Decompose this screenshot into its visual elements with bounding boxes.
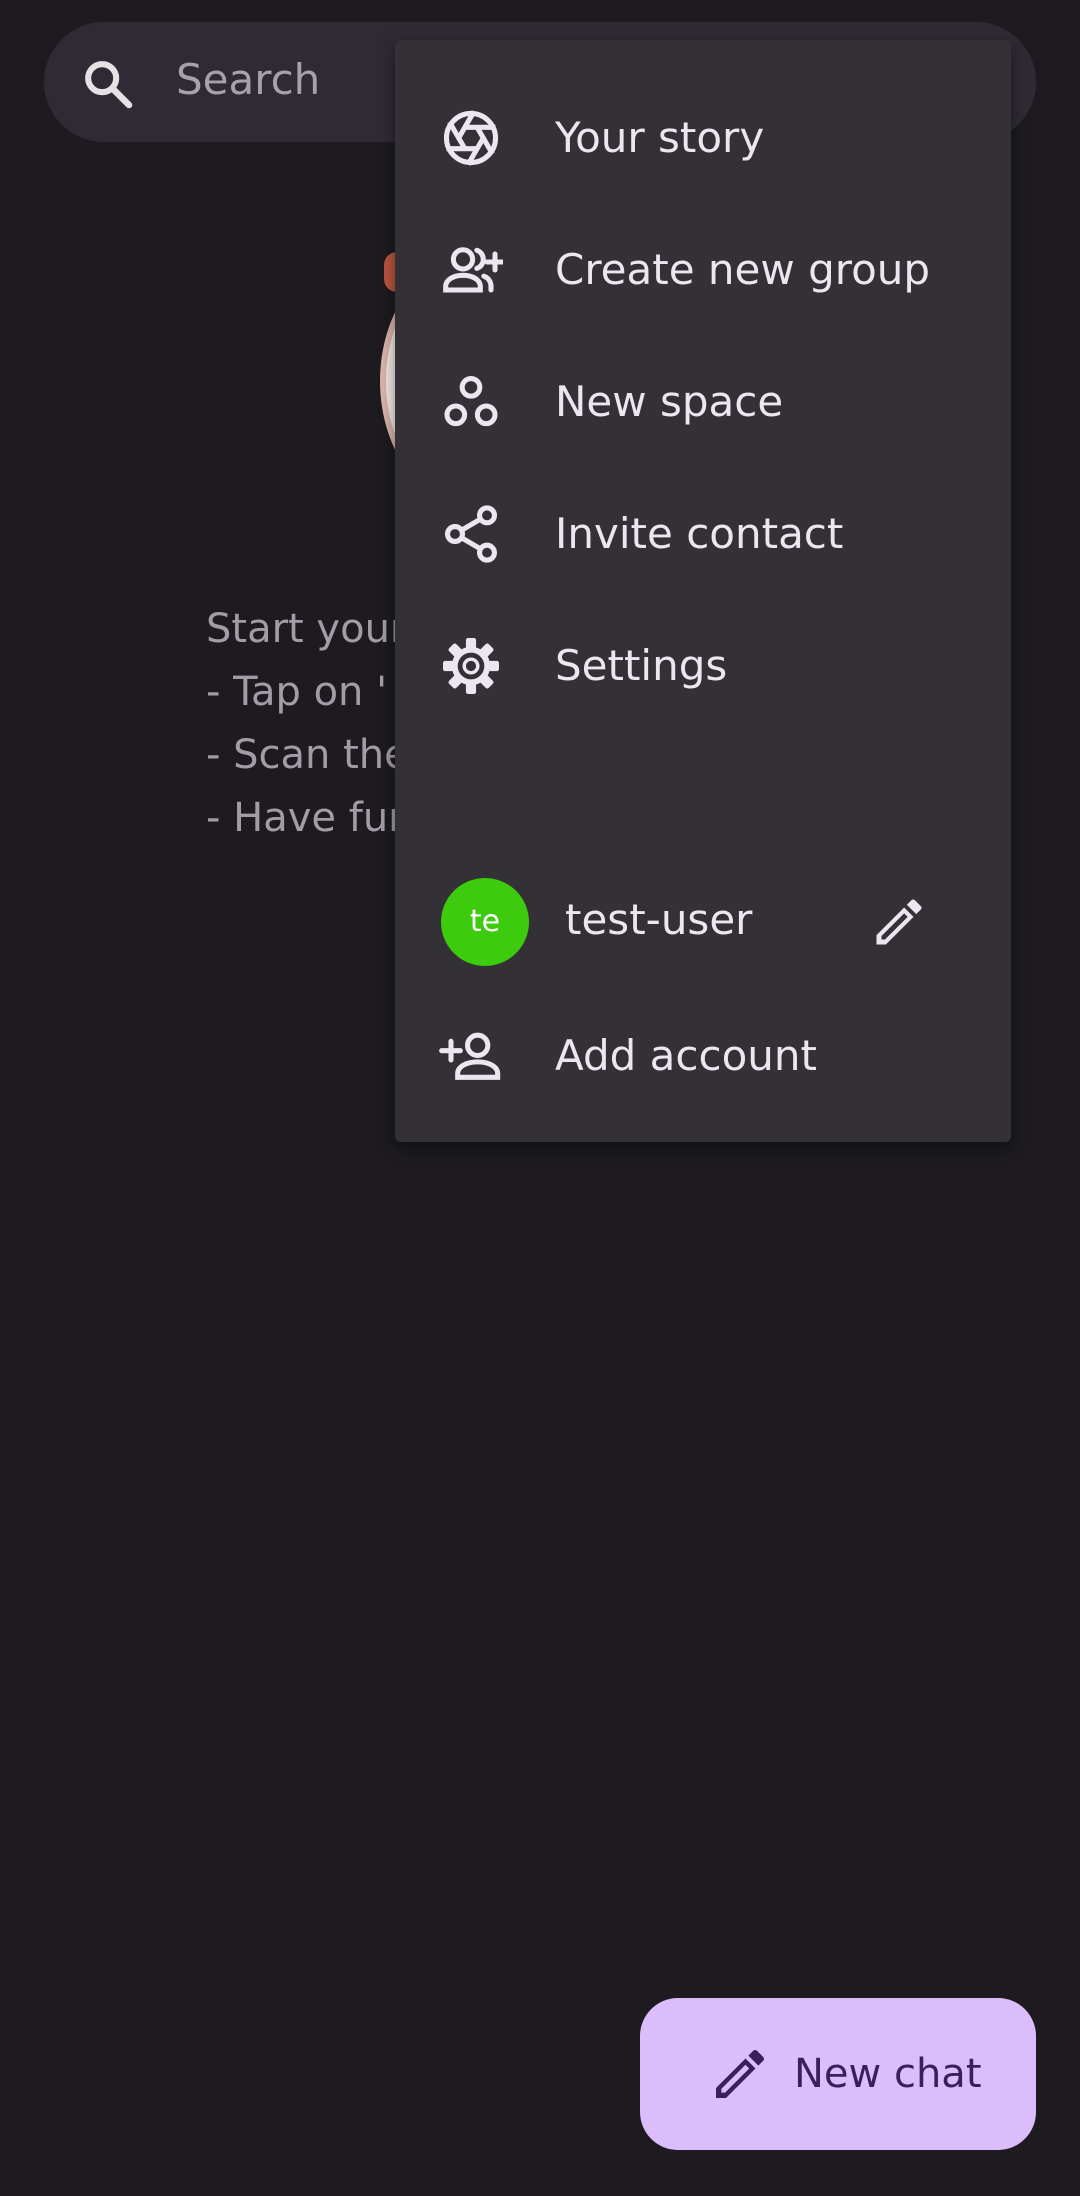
menu-item-invite-contact[interactable]: Invite contact — [395, 472, 1011, 592]
intro-line: - Have fun — [206, 795, 414, 841]
menu-item-label: Invite contact — [555, 509, 844, 558]
new-chat-button[interactable]: New chat — [640, 1998, 1036, 2150]
menu-item-label: Create new group — [555, 245, 931, 294]
intro-line: - Scan the — [206, 732, 409, 778]
aperture-icon — [443, 110, 499, 166]
menu-item-label: Your story — [555, 113, 765, 162]
intro-line: Start your — [206, 606, 407, 652]
menu-item-label: Settings — [555, 641, 728, 690]
menu-item-your-story[interactable]: Your story — [395, 76, 1011, 196]
share-icon — [445, 505, 497, 563]
edit-icon[interactable] — [869, 892, 929, 952]
menu-item-label: Add account — [555, 1031, 817, 1080]
pencil-icon — [716, 2049, 765, 2098]
workspaces-icon — [444, 376, 498, 427]
menu-item-create-new-group[interactable]: Create new group — [395, 208, 1011, 328]
overflow-menu: Your story Create new group New space In… — [395, 40, 1011, 1142]
gear-icon — [443, 638, 499, 694]
search-icon — [85, 61, 133, 109]
menu-item-add-account[interactable]: Add account — [395, 994, 1011, 1114]
intro-line: - Tap on ' — [206, 669, 388, 715]
account-name[interactable]: test-user — [565, 888, 752, 952]
avatar[interactable]: te — [441, 878, 529, 966]
group-add-icon — [443, 247, 503, 293]
empty-state-text: Start your - Tap on ' - Scan the - Have … — [206, 598, 414, 850]
menu-item-new-space[interactable]: New space — [395, 340, 1011, 460]
menu-item-settings[interactable]: Settings — [395, 604, 1011, 724]
new-chat-label: New chat — [794, 2051, 982, 2097]
chat-list-screen: Search Start your - Tap on ' - Scan the … — [0, 0, 1080, 2196]
menu-item-label: New space — [555, 377, 784, 426]
search-input[interactable]: Search — [176, 50, 320, 110]
person-add-icon — [439, 1032, 501, 1080]
